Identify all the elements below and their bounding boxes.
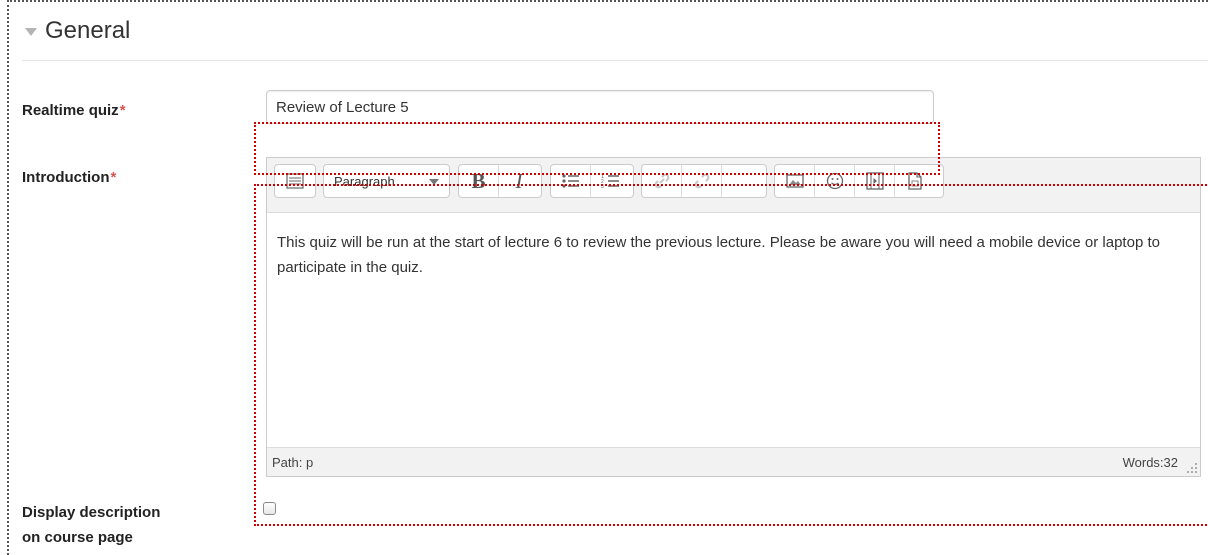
editor-toolbar: Paragraph B I 1 2 3 [267, 158, 1200, 213]
toolbar-toggle-icon [286, 173, 304, 189]
required-marker: * [110, 169, 117, 186]
emoticon-icon [826, 172, 843, 190]
insert-image-button[interactable] [775, 165, 815, 197]
file-icon [908, 172, 922, 190]
bold-icon: B [471, 168, 486, 193]
introduction-label-text: Introduction [22, 169, 110, 186]
insert-emoticon-button[interactable] [815, 165, 855, 197]
introduction-label: Introduction* [22, 165, 116, 190]
section-title: General [45, 17, 131, 44]
realtime-quiz-label: Realtime quiz* [22, 98, 126, 123]
unlink-icon [694, 173, 709, 189]
realtime-quiz-label-text: Realtime quiz [22, 102, 119, 119]
toolbar-group-toggle [274, 164, 316, 198]
ordered-list-icon: 1 2 3 [601, 174, 619, 189]
ordered-list-button[interactable]: 1 2 3 [591, 165, 631, 197]
toolbar-toggle-button[interactable] [275, 165, 315, 197]
editor-statusbar: Path: p Words:32 [267, 447, 1200, 476]
svg-text:3: 3 [601, 184, 604, 189]
toolbar-spacer-button [722, 165, 762, 197]
unordered-list-button[interactable] [551, 165, 591, 197]
media-icon [865, 172, 884, 190]
display-description-label-line2: on course page [22, 529, 133, 546]
toolbar-group-links [641, 164, 767, 198]
unordered-list-icon [561, 174, 579, 188]
section-divider [22, 60, 1208, 61]
realtime-quiz-name-input[interactable] [266, 90, 934, 124]
paragraph-format-select[interactable]: Paragraph [323, 164, 450, 198]
paragraph-format-value: Paragraph [334, 173, 395, 189]
page-border-left [7, 0, 9, 555]
italic-button[interactable]: I [499, 165, 539, 197]
link-icon [654, 173, 669, 189]
introduction-editor: Paragraph B I 1 2 3 This quiz will be ru… [266, 157, 1201, 477]
editor-path: Path: p [272, 455, 314, 470]
manage-files-button[interactable] [895, 165, 935, 197]
toolbar-group-media [774, 164, 944, 198]
display-description-checkbox[interactable] [263, 502, 276, 515]
page-border-top [7, 0, 1208, 2]
collapse-triangle-icon [25, 28, 37, 36]
display-description-label: Display description on course page [22, 500, 160, 550]
unlink-button[interactable] [682, 165, 722, 197]
link-button[interactable] [642, 165, 682, 197]
chevron-down-icon [429, 179, 439, 185]
toolbar-group-lists: 1 2 3 [550, 164, 634, 198]
insert-media-button[interactable] [855, 165, 895, 197]
display-description-label-line1: Display description [22, 504, 161, 521]
italic-icon: I [515, 168, 523, 193]
toolbar-group-style: B I [458, 164, 542, 198]
bold-button[interactable]: B [459, 165, 499, 197]
editor-content-area[interactable]: This quiz will be run at the start of le… [267, 213, 1200, 449]
word-count: Words:32 [1122, 455, 1178, 470]
image-icon [785, 174, 804, 188]
resize-handle-icon[interactable] [1186, 462, 1198, 474]
section-toggle-general[interactable]: General [25, 14, 130, 48]
required-marker: * [119, 102, 126, 119]
